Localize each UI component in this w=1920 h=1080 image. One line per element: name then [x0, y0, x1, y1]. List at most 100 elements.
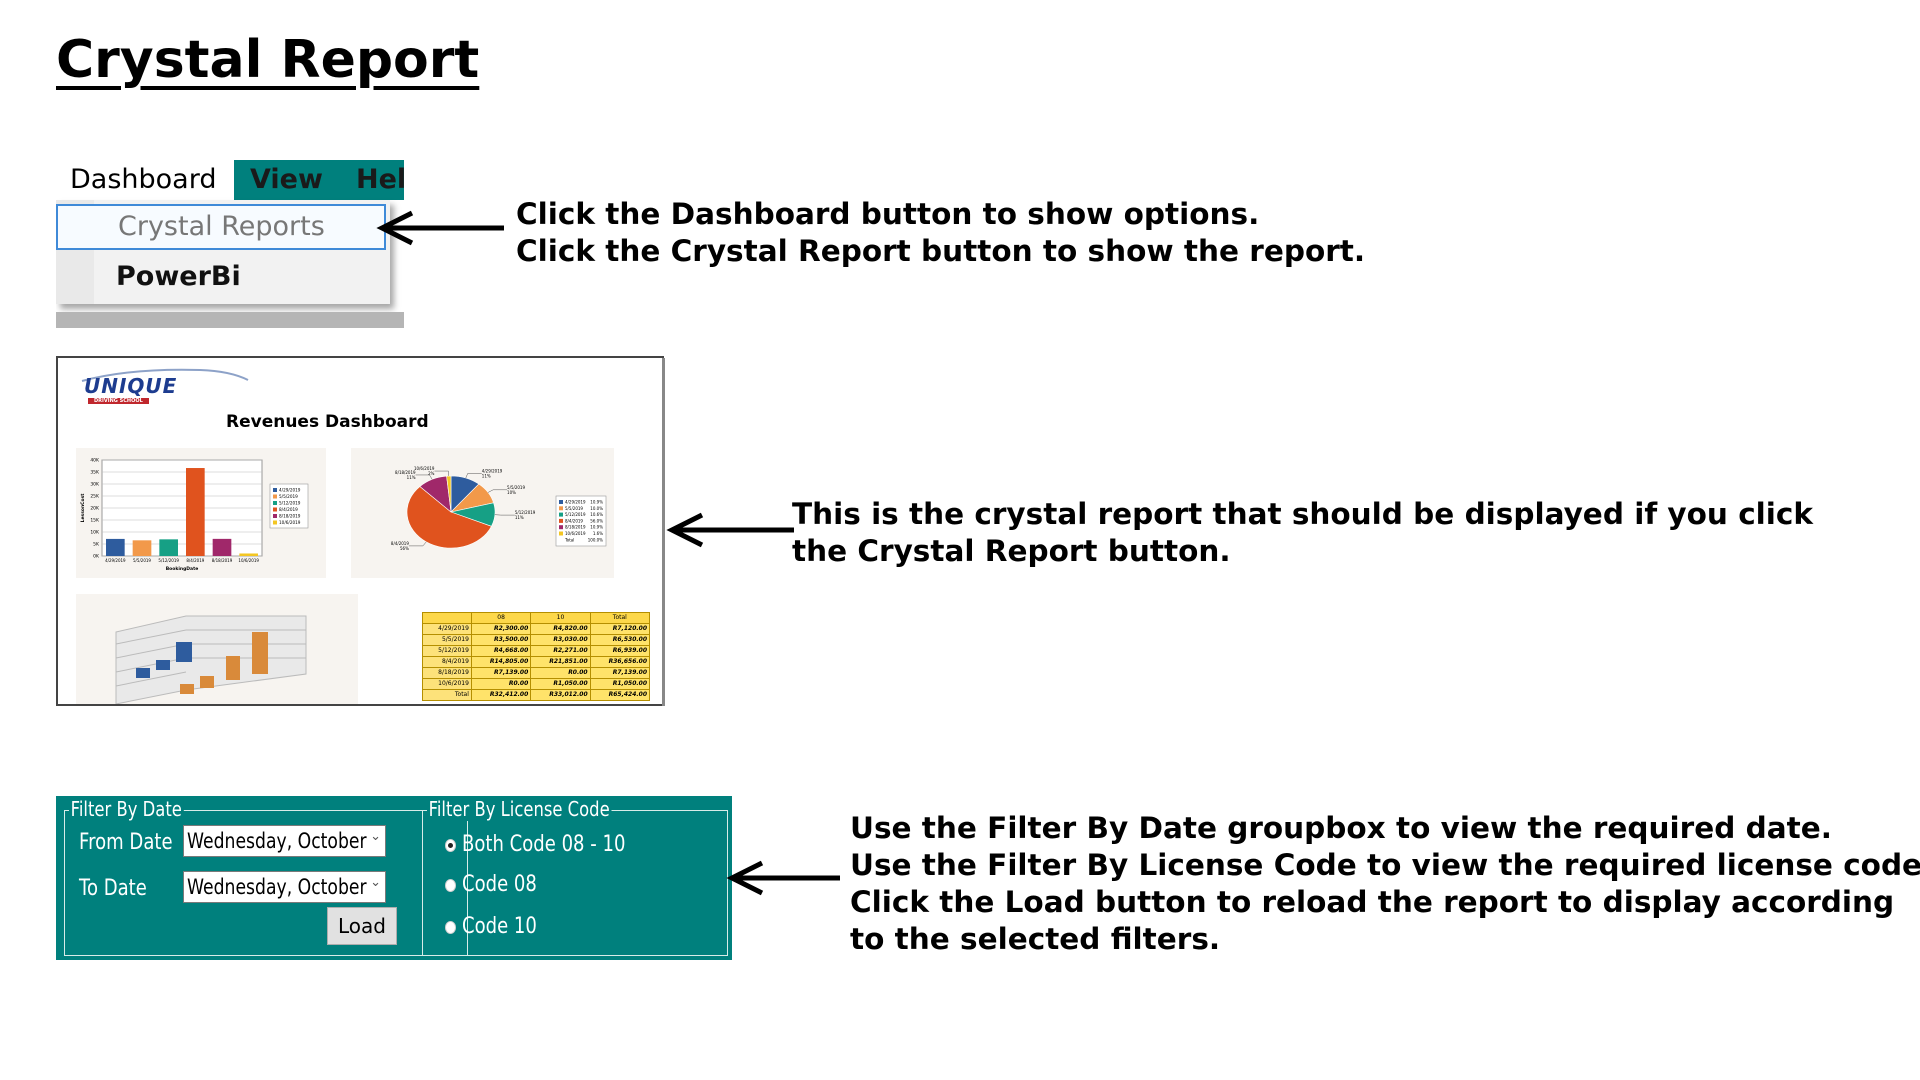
- x-tick-label: 5/12/2019: [158, 558, 179, 563]
- revenue-crosstab-table: 08 10 Total 4/29/2019 R2,300.00 R4,820.0…: [422, 612, 651, 701]
- radio-label: Code 08: [462, 872, 537, 897]
- dashboard-dropdown: Crystal Reports PowerBi: [56, 200, 390, 304]
- legend-value: 10.0%: [590, 506, 603, 511]
- legend-label: 5/5/2019: [565, 506, 583, 511]
- table-row: 5/5/2019 R3,500.00 R3,030.00 R6,530.00: [422, 634, 651, 646]
- legend-swatch: [559, 506, 563, 511]
- bar-chart-panel: 0K 5K 10K 15K 20K 25K 30K 35K 40K 4/29/2019 5/5/20…: [76, 448, 326, 578]
- bar: [106, 538, 125, 556]
- legend-label: 8/4/2019: [279, 507, 298, 512]
- legend-label: 8/18/2019: [279, 514, 301, 519]
- table-cell: R6,939.00: [589, 645, 651, 657]
- radio-button-icon[interactable]: [445, 879, 456, 892]
- table-cell: R4,820.00: [530, 623, 591, 635]
- table-cell: R0.00: [470, 678, 532, 690]
- bar: [239, 553, 258, 556]
- legend-label: 5/5/2019: [279, 494, 298, 499]
- from-date-label: From Date: [79, 830, 173, 855]
- legend-label: 5/12/2019: [279, 501, 301, 506]
- pie-slice-percent-label: 56%: [400, 546, 409, 551]
- table-cell: 5/12/2019: [422, 645, 472, 657]
- table-cell: 4/29/2019: [422, 623, 472, 635]
- bar: [132, 540, 152, 556]
- report-title: Revenues Dashboard: [226, 412, 429, 432]
- x-axis-label: BookingDate: [166, 566, 199, 572]
- groupbox-title: Filter By Date: [69, 797, 184, 821]
- table-cell: R33,012.00: [530, 689, 591, 701]
- legend-label: 8/18/2019: [565, 525, 586, 530]
- legend-swatch: [273, 488, 277, 492]
- menu-dashboard[interactable]: Dashboard: [56, 160, 234, 200]
- table-cell: 8/18/2019: [422, 667, 472, 679]
- load-button[interactable]: Load: [327, 907, 397, 945]
- arrow-left-icon: [726, 860, 840, 896]
- menu-item-crystal-reports[interactable]: Crystal Reports: [56, 204, 386, 250]
- to-date-label: To Date: [79, 876, 147, 901]
- legend-value: 1.6%: [593, 531, 603, 536]
- pie-leader-line: [408, 541, 427, 547]
- table-header-cell: Total: [589, 612, 651, 624]
- legend-swatch: [559, 500, 563, 504]
- bar: [212, 538, 232, 556]
- from-date-picker[interactable]: Wednesday, October ⌄: [183, 825, 386, 857]
- y-tick-label: 15K: [90, 518, 100, 524]
- page-title: Crystal Report: [56, 30, 480, 90]
- chevron-down-icon[interactable]: ⌄: [370, 829, 381, 844]
- table-cell: R3,030.00: [530, 634, 591, 646]
- filter-panel: Filter By Date From Date Wednesday, Octo…: [56, 796, 732, 960]
- table-cell: 5/5/2019: [422, 634, 472, 646]
- pie-slice-percent-label: 11%: [407, 475, 416, 480]
- groupbox-title: Filter By License Code: [427, 797, 612, 821]
- radio-button-icon[interactable]: [445, 921, 456, 934]
- x-tick-label: 8/4/2019: [186, 558, 204, 563]
- table-cell: R6,530.00: [589, 634, 651, 646]
- legend-swatch: [559, 518, 563, 523]
- school-logo-subtext: DRIVING SCHOOL: [88, 398, 149, 404]
- menu-view[interactable]: View: [250, 160, 323, 200]
- school-logo: UNIQUE: [84, 374, 178, 398]
- legend-swatch: [273, 507, 277, 512]
- filter-by-date-groupbox: Filter By Date From Date Wednesday, Octo…: [64, 797, 468, 956]
- chevron-down-icon[interactable]: ⌄: [370, 875, 381, 890]
- table-row: 5/12/2019 R4,668.00 R2,271.00 R6,939.00: [422, 645, 651, 657]
- x-tick-label: 4/29/2019: [105, 558, 126, 563]
- bar-3d: [180, 684, 194, 694]
- instruction-line: This is the crystal report that should b…: [792, 497, 1814, 531]
- legend-label: 10/6/2019: [279, 520, 301, 525]
- y-tick-label: 20K: [90, 506, 100, 512]
- pie-leader-line: [434, 470, 450, 476]
- menu-help[interactable]: Hel: [356, 160, 404, 200]
- legend-swatch: [559, 525, 563, 530]
- bar-3d: [226, 656, 240, 680]
- pie-slice-percent-label: 10%: [507, 490, 516, 495]
- bar: [186, 468, 205, 556]
- table-cell: R14,805.00: [470, 656, 532, 668]
- menu-screenshot: Dashboard View Hel Crystal Reports Power…: [56, 160, 404, 328]
- instruction-line: Use the Filter By License Code to view t…: [850, 848, 1920, 882]
- legend-label: 8/4/2019: [565, 518, 583, 523]
- legend-label: 4/29/2019: [565, 500, 586, 505]
- bar-3d: [156, 660, 170, 670]
- legend-value: 10.9%: [590, 500, 603, 505]
- legend-value: 100.0%: [588, 537, 603, 542]
- table-cell: R1,050.00: [589, 678, 651, 690]
- filter-instructions: Use the Filter By Date groupbox to view …: [850, 810, 1920, 958]
- to-date-picker[interactable]: Wednesday, October ⌄: [183, 871, 386, 903]
- instruction-line: Click the Dashboard button to show optio…: [516, 197, 1260, 231]
- legend-swatch: [273, 514, 277, 518]
- crystal-report-preview: UNIQUE DRIVING SCHOOL Revenues Dashboard…: [56, 356, 664, 706]
- legend-label: 4/29/2019: [279, 488, 301, 493]
- table-cell: R2,271.00: [530, 645, 591, 657]
- menu-item-powerbi[interactable]: PowerBi: [56, 254, 386, 300]
- radio-label: Code 10: [462, 914, 537, 939]
- table-cell: R32,412.00: [470, 689, 532, 701]
- y-tick-label: 5K: [93, 542, 100, 548]
- table-cell: R21,851.00: [530, 656, 591, 668]
- radio-button-checked-icon[interactable]: [445, 839, 456, 852]
- table-header-row: 08 10 Total: [422, 612, 651, 624]
- table-cell: R36,656.00: [589, 656, 651, 668]
- y-axis-label: LessonCost: [80, 493, 86, 523]
- y-tick-label: 30K: [90, 482, 100, 488]
- instruction-line: Click the Crystal Report button to show …: [516, 234, 1366, 268]
- y-tick-label: 35K: [90, 470, 100, 476]
